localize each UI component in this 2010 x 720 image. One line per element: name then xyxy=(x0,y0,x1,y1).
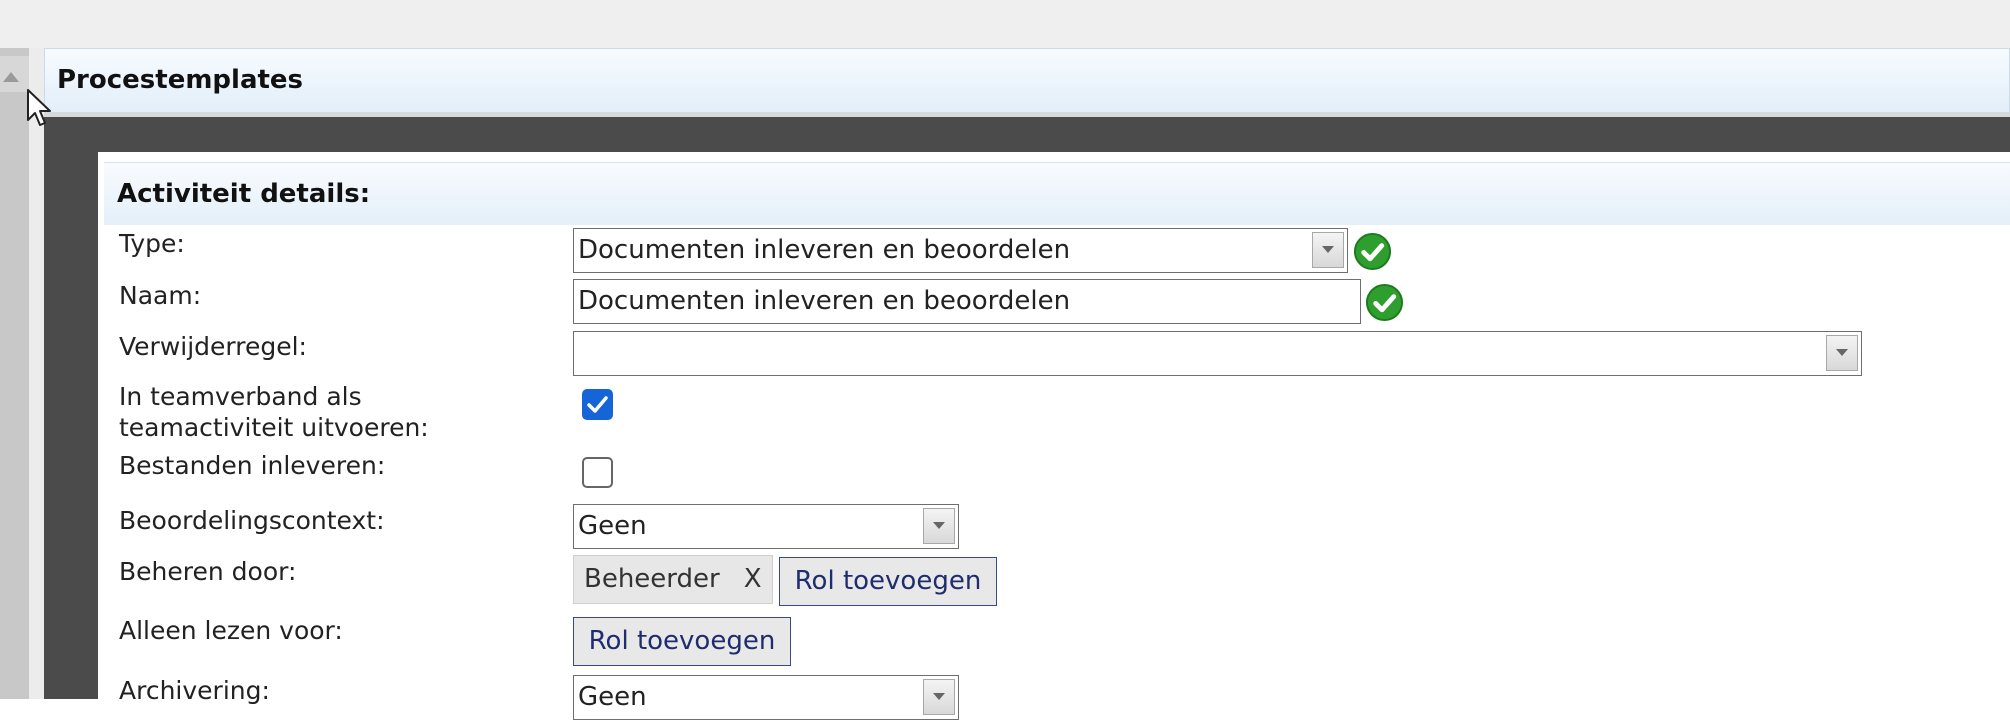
verwijderregel-label: Verwijderregel: xyxy=(119,332,307,361)
beheren-rol-toevoegen-button[interactable]: Rol toevoegen xyxy=(779,557,997,606)
beoordelingscontext-select[interactable]: Geen xyxy=(573,504,959,549)
chevron-down-icon xyxy=(1836,349,1848,356)
naam-input[interactable]: Documenten inleveren en beoordelen xyxy=(573,279,1361,324)
vertical-scrollbar[interactable] xyxy=(0,48,29,699)
naam-input-value: Documenten inleveren en beoordelen xyxy=(578,286,1071,316)
top-toolbar-band xyxy=(0,0,2010,48)
type-select[interactable]: Documenten inleveren en beoordelen xyxy=(573,228,1348,273)
check-ok-icon xyxy=(1365,283,1404,322)
scroll-up-button[interactable] xyxy=(0,56,29,92)
alleen-lezen-label: Alleen lezen voor: xyxy=(119,616,343,645)
alleen-lezen-rol-toevoegen-button[interactable]: Rol toevoegen xyxy=(573,617,791,666)
role-tag-beheerder: Beheerder X xyxy=(573,555,773,604)
type-label: Type: xyxy=(119,229,185,258)
teamverband-checkbox[interactable] xyxy=(582,389,613,420)
archivering-select[interactable]: Geen xyxy=(573,675,959,720)
role-tag-label: Beheerder xyxy=(584,564,720,594)
section-title: Activiteit details: xyxy=(117,179,371,209)
section-header: Activiteit details: xyxy=(104,162,2010,225)
teamverband-label-line2: teamactiviteit uitvoeren: xyxy=(119,413,429,442)
remove-tag-button[interactable]: X xyxy=(744,564,762,594)
panel-header: Procestemplates xyxy=(44,48,2010,113)
chevron-down-icon xyxy=(933,522,945,529)
verwijderregel-select[interactable] xyxy=(573,331,1862,376)
naam-label: Naam: xyxy=(119,281,202,310)
beheren-door-label: Beheren door: xyxy=(119,557,297,586)
beoordelingscontext-dropdown-button[interactable] xyxy=(923,508,955,544)
archivering-dropdown-button[interactable] xyxy=(923,679,955,715)
left-gutter xyxy=(29,48,44,699)
panel-title: Procestemplates xyxy=(57,65,304,95)
mouse-cursor-icon xyxy=(27,89,51,126)
type-dropdown-button[interactable] xyxy=(1312,232,1344,268)
verwijderregel-dropdown-button[interactable] xyxy=(1826,335,1858,371)
frame-top-border xyxy=(44,113,2010,117)
type-select-value: Documenten inleveren en beoordelen xyxy=(578,235,1071,265)
teamverband-label-line1: In teamverband als xyxy=(119,382,362,411)
beoordelingscontext-label: Beoordelingscontext: xyxy=(119,506,385,535)
bestanden-label: Bestanden inleveren: xyxy=(119,451,386,480)
check-ok-icon xyxy=(1353,232,1392,271)
checkmark-icon xyxy=(587,396,608,413)
arrow-up-icon xyxy=(3,72,19,82)
chevron-down-icon xyxy=(1322,246,1334,253)
beoordelingscontext-select-value: Geen xyxy=(578,511,647,541)
archivering-select-value: Geen xyxy=(578,682,647,712)
archivering-label: Archivering: xyxy=(119,676,270,705)
bestanden-checkbox[interactable] xyxy=(582,457,613,488)
